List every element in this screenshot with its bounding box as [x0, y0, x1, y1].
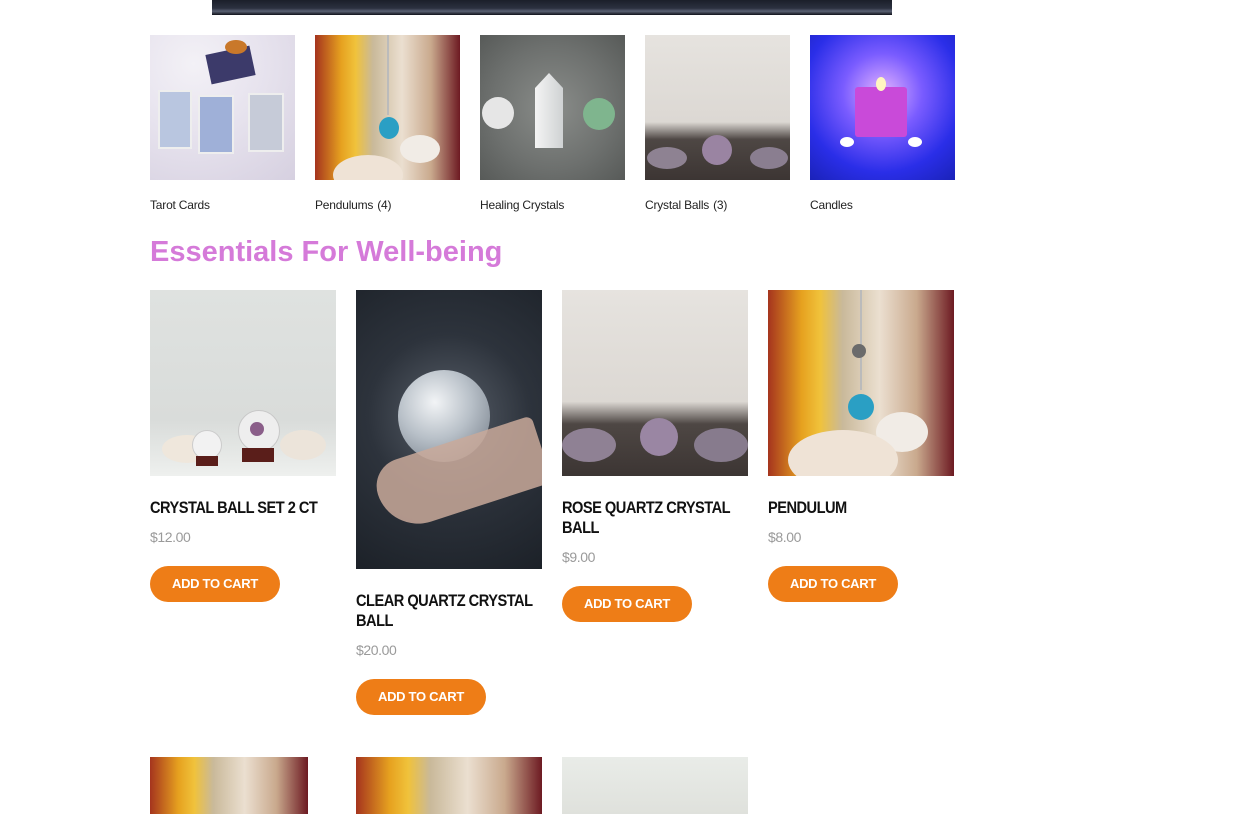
product-card: CRYSTAL BALL SET 2 CT $12.00 ADD TO CART: [150, 290, 336, 602]
crystal-balls-image[interactable]: [645, 35, 790, 180]
category-label[interactable]: Pendulums (4): [315, 198, 392, 212]
hero-banner-image: [212, 0, 892, 15]
product-title[interactable]: CLEAR QUARTZ CRYSTAL BALL: [356, 591, 537, 631]
section-title: Essentials For Well-being: [150, 236, 503, 268]
add-to-cart-button[interactable]: ADD TO CART: [150, 566, 280, 602]
product-title[interactable]: ROSE QUARTZ CRYSTAL BALL: [562, 498, 743, 538]
product-image[interactable]: [356, 290, 542, 569]
add-to-cart-button[interactable]: ADD TO CART: [768, 566, 898, 602]
category-label[interactable]: Crystal Balls (3): [645, 198, 727, 212]
product-image[interactable]: [356, 757, 542, 814]
product-price: $12.00: [150, 529, 191, 545]
category-candles[interactable]: Candles: [810, 35, 955, 212]
product-price: $9.00: [562, 549, 596, 565]
product-image[interactable]: [150, 757, 308, 814]
pendulums-image[interactable]: [315, 35, 460, 180]
category-healing-crystals[interactable]: Healing Crystals: [480, 35, 625, 212]
product-card: CLEAR QUARTZ CRYSTAL BALL $20.00 ADD TO …: [356, 290, 542, 715]
healing-crystals-image[interactable]: [480, 35, 625, 180]
product-image[interactable]: [150, 290, 336, 476]
category-tarot-cards[interactable]: Tarot Cards: [150, 35, 295, 212]
product-image[interactable]: [562, 757, 748, 814]
tarot-cards-image[interactable]: [150, 35, 295, 180]
product-image[interactable]: [562, 290, 748, 476]
product-image[interactable]: [768, 290, 954, 476]
category-crystal-balls[interactable]: Crystal Balls (3): [645, 35, 790, 212]
product-price: $8.00: [768, 529, 802, 545]
product-card: ROSE QUARTZ CRYSTAL BALL $9.00 ADD TO CA…: [562, 290, 748, 622]
product-price: $20.00: [356, 642, 397, 658]
product-title[interactable]: CRYSTAL BALL SET 2 CT: [150, 498, 331, 518]
product-card: PENDULUM $8.00 ADD TO CART: [768, 290, 954, 602]
add-to-cart-button[interactable]: ADD TO CART: [562, 586, 692, 622]
category-label[interactable]: Candles: [810, 198, 857, 212]
candles-image[interactable]: [810, 35, 955, 180]
category-label[interactable]: Tarot Cards: [150, 198, 214, 212]
category-pendulums[interactable]: Pendulums (4): [315, 35, 460, 212]
category-label[interactable]: Healing Crystals: [480, 198, 568, 212]
product-title[interactable]: PENDULUM: [768, 498, 949, 518]
add-to-cart-button[interactable]: ADD TO CART: [356, 679, 486, 715]
